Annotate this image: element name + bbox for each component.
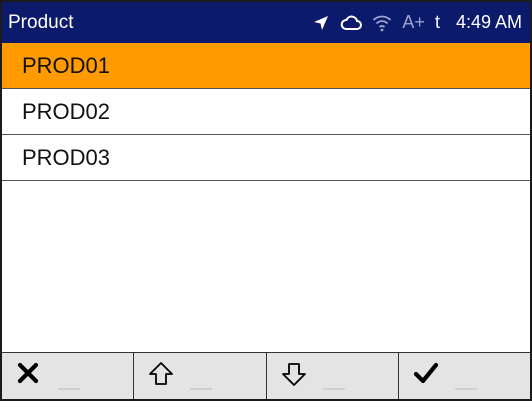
screen-title: Product [8, 11, 74, 33]
arrow-up-icon [148, 361, 174, 392]
scroll-down-button[interactable] [266, 353, 399, 399]
softkey-underline [190, 388, 213, 390]
list-item[interactable]: PROD03 [2, 135, 530, 181]
clock: 4:49 AM [455, 12, 522, 32]
status-bar: Product A+ t 4:49 AM [2, 2, 530, 43]
scroll-up-button[interactable] [134, 353, 267, 399]
list-item-label: PROD03 [22, 144, 111, 170]
cancel-button[interactable] [2, 353, 135, 399]
auth-indicator: A+ [402, 12, 425, 32]
list-item-label: PROD01 [22, 52, 111, 78]
cloud-icon [340, 14, 363, 32]
device-screen: Product A+ t 4:49 AM PROD01 PROD02 PROD0… [0, 0, 532, 401]
arrow-down-icon [281, 361, 307, 392]
navigation-arrow-icon [312, 14, 330, 32]
mode-indicator: t [434, 12, 440, 32]
softkey-underline [322, 388, 345, 390]
list-item[interactable]: PROD01 [2, 43, 530, 89]
cancel-x-icon [16, 361, 40, 390]
softkey-underline [58, 388, 80, 390]
product-list: PROD01 PROD02 PROD03 [2, 43, 530, 181]
confirm-button[interactable] [398, 353, 530, 399]
list-item-label: PROD02 [22, 98, 111, 124]
status-icons: A+ t 4:49 AM [312, 12, 522, 33]
list-item[interactable]: PROD02 [2, 89, 530, 135]
checkmark-icon [413, 361, 439, 390]
softkey-underline [454, 388, 477, 390]
softkey-bar [2, 352, 530, 399]
wifi-icon [372, 14, 392, 32]
